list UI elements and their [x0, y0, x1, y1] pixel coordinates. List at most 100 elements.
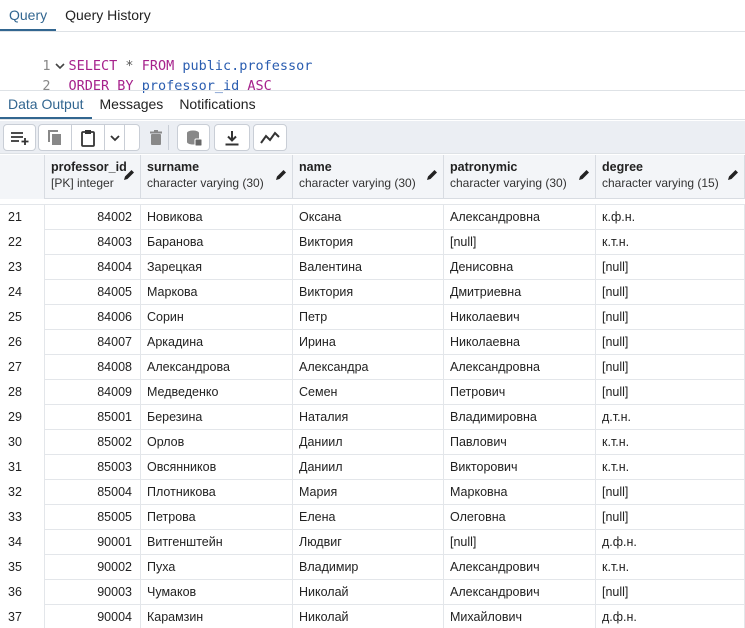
cell-professor-id[interactable]: 84009: [45, 380, 141, 405]
cell-patronymic[interactable]: Петрович: [444, 380, 596, 405]
row-number[interactable]: 35: [0, 555, 45, 580]
table-row[interactable]: 28 84009 Медведенко Семен Петрович [null]: [0, 380, 745, 405]
paste-options-button[interactable]: [105, 125, 125, 150]
cell-name[interactable]: Даниил: [293, 455, 444, 480]
cell-degree[interactable]: д.ф.н.: [596, 530, 745, 555]
row-number[interactable]: 30: [0, 430, 45, 455]
cell-name[interactable]: Николай: [293, 605, 444, 628]
cell-surname[interactable]: Плотникова: [141, 480, 293, 505]
cell-surname[interactable]: Пуха: [141, 555, 293, 580]
row-number[interactable]: 27: [0, 355, 45, 380]
cell-surname[interactable]: Сорин: [141, 305, 293, 330]
row-number[interactable]: 24: [0, 280, 45, 305]
cell-patronymic[interactable]: Викторович: [444, 455, 596, 480]
cell-degree[interactable]: д.т.н.: [596, 405, 745, 430]
cell-patronymic[interactable]: Николаевна: [444, 330, 596, 355]
cell-surname[interactable]: Витгенштейн: [141, 530, 293, 555]
cell-name[interactable]: Даниил: [293, 430, 444, 455]
cell-degree[interactable]: [null]: [596, 380, 745, 405]
cell-patronymic[interactable]: Николаевич: [444, 305, 596, 330]
cell-surname[interactable]: Баранова: [141, 230, 293, 255]
table-row[interactable]: 25 84006 Сорин Петр Николаевич [null]: [0, 305, 745, 330]
tab-query-history[interactable]: Query History: [56, 0, 160, 31]
cell-professor-id[interactable]: 90003: [45, 580, 141, 605]
tab-data-output[interactable]: Data Output: [0, 90, 92, 119]
cell-professor-id[interactable]: 84006: [45, 305, 141, 330]
cell-patronymic[interactable]: Дмитриевна: [444, 280, 596, 305]
cell-surname[interactable]: Маркова: [141, 280, 293, 305]
cell-professor-id[interactable]: 84008: [45, 355, 141, 380]
row-number[interactable]: 22: [0, 230, 45, 255]
cell-degree[interactable]: [null]: [596, 355, 745, 380]
cell-patronymic[interactable]: Денисовна: [444, 255, 596, 280]
cell-professor-id[interactable]: 85003: [45, 455, 141, 480]
row-number[interactable]: 36: [0, 580, 45, 605]
cell-name[interactable]: Ирина: [293, 330, 444, 355]
cell-name[interactable]: Виктория: [293, 230, 444, 255]
cell-professor-id[interactable]: 85001: [45, 405, 141, 430]
graph-visualiser-button[interactable]: [254, 125, 286, 150]
row-number[interactable]: 34: [0, 530, 45, 555]
cell-surname[interactable]: Орлов: [141, 430, 293, 455]
cell-patronymic[interactable]: [null]: [444, 530, 596, 555]
cell-degree[interactable]: [null]: [596, 505, 745, 530]
cell-professor-id[interactable]: 85002: [45, 430, 141, 455]
edit-pencil-icon[interactable]: [123, 169, 135, 184]
cell-surname[interactable]: Медведенко: [141, 380, 293, 405]
row-number[interactable]: 33: [0, 505, 45, 530]
table-row[interactable]: 37 90004 Карамзин Николай Михайлович д.ф.н.: [0, 605, 745, 628]
table-row[interactable]: 23 84004 Зарецкая Валентина Денисовна [null]: [0, 255, 745, 280]
row-number[interactable]: 29: [0, 405, 45, 430]
cell-name[interactable]: Людвиг: [293, 530, 444, 555]
cell-name[interactable]: Петр: [293, 305, 444, 330]
cell-patronymic[interactable]: Марковна: [444, 480, 596, 505]
cell-name[interactable]: Мария: [293, 480, 444, 505]
table-row[interactable]: 29 85001 Березина Наталия Владимировна д.т.н.: [0, 405, 745, 430]
table-row[interactable]: 24 84005 Маркова Виктория Дмитриевна [null]: [0, 280, 745, 305]
row-number[interactable]: 28: [0, 380, 45, 405]
save-data-button[interactable]: [178, 125, 209, 150]
cell-professor-id[interactable]: 84007: [45, 330, 141, 355]
column-header-degree[interactable]: degree character varying (15): [596, 155, 745, 199]
cell-degree[interactable]: [null]: [596, 480, 745, 505]
edit-pencil-icon[interactable]: [426, 169, 438, 184]
row-number[interactable]: 31: [0, 455, 45, 480]
cell-professor-id[interactable]: 85004: [45, 480, 141, 505]
paste-button[interactable]: [72, 125, 105, 150]
tab-messages[interactable]: Messages: [92, 90, 172, 119]
cell-surname[interactable]: Чумаков: [141, 580, 293, 605]
tab-query[interactable]: Query: [0, 0, 57, 31]
edit-pencil-icon[interactable]: [578, 169, 590, 184]
cell-surname[interactable]: Березина: [141, 405, 293, 430]
cell-name[interactable]: Валентина: [293, 255, 444, 280]
cell-patronymic[interactable]: [null]: [444, 230, 596, 255]
cell-surname[interactable]: Зарецкая: [141, 255, 293, 280]
add-row-button[interactable]: [4, 125, 35, 150]
cell-surname[interactable]: Новикова: [141, 205, 293, 230]
cell-professor-id[interactable]: 84004: [45, 255, 141, 280]
cell-degree[interactable]: к.т.н.: [596, 455, 745, 480]
table-row[interactable]: 22 84003 Баранова Виктория [null] к.т.н.: [0, 230, 745, 255]
cell-surname[interactable]: Петрова: [141, 505, 293, 530]
edit-pencil-icon[interactable]: [275, 169, 287, 184]
cell-professor-id[interactable]: 84002: [45, 205, 141, 230]
cell-name[interactable]: Николай: [293, 580, 444, 605]
cell-name[interactable]: Семен: [293, 380, 444, 405]
cell-degree[interactable]: к.т.н.: [596, 430, 745, 455]
cell-name[interactable]: Елена: [293, 505, 444, 530]
row-number[interactable]: 26: [0, 330, 45, 355]
cell-patronymic[interactable]: Александрович: [444, 555, 596, 580]
sql-editor[interactable]: 1 SELECT * FROM public.professor 2 ORDER B…: [0, 33, 745, 94]
cell-degree[interactable]: [null]: [596, 280, 745, 305]
cell-name[interactable]: Виктория: [293, 280, 444, 305]
cell-degree[interactable]: к.ф.н.: [596, 205, 745, 230]
row-number[interactable]: 21: [0, 205, 45, 230]
cell-degree[interactable]: к.т.н.: [596, 555, 745, 580]
cell-patronymic[interactable]: Олеговна: [444, 505, 596, 530]
column-header-patronymic[interactable]: patronymic character varying (30): [444, 155, 596, 199]
download-button[interactable]: [215, 125, 249, 150]
table-row[interactable]: 21 84002 Новикова Оксана Александровна к.ф.н.: [0, 205, 745, 230]
cell-degree[interactable]: [null]: [596, 330, 745, 355]
cell-patronymic[interactable]: Александровна: [444, 205, 596, 230]
table-row[interactable]: 26 84007 Аркадина Ирина Николаевна [null]: [0, 330, 745, 355]
